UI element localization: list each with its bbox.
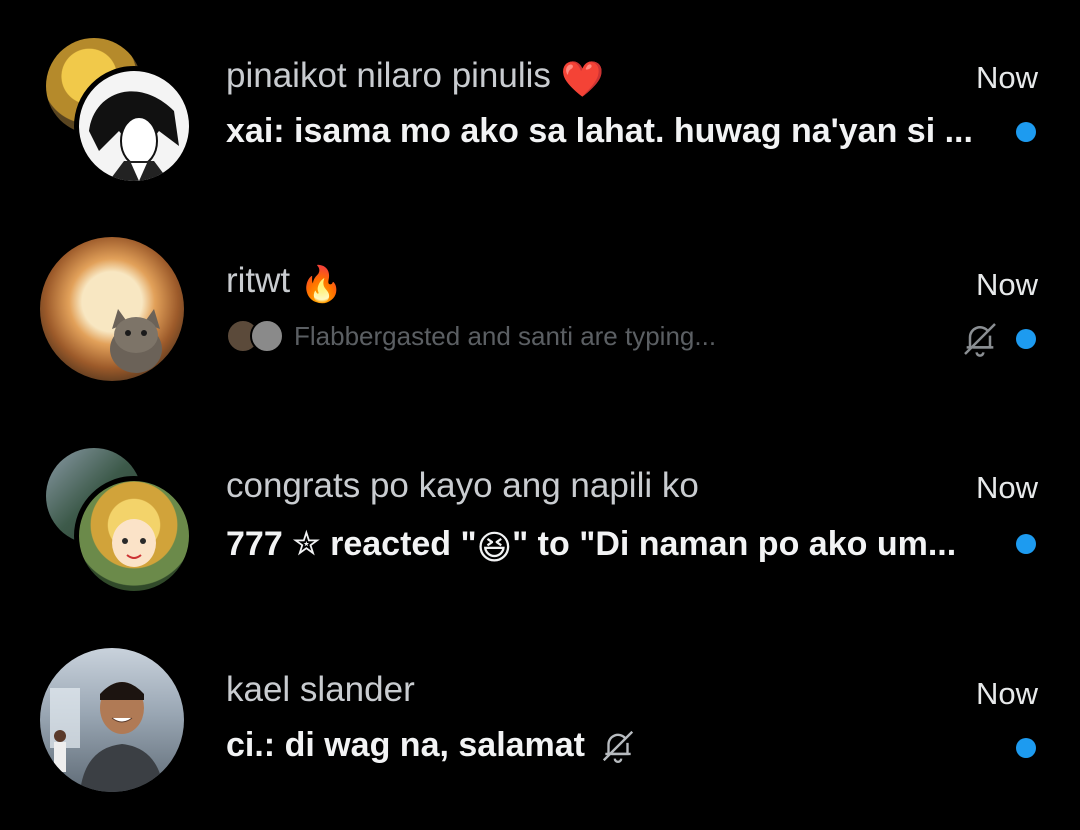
conversation-title: kael slander [226, 670, 415, 709]
heart-emoji: ❤️ [560, 60, 605, 99]
conversation-title: pinaikot nilaro pinulis ❤️ [226, 56, 605, 99]
avatar-wrap [40, 237, 190, 387]
typing-avatars [226, 319, 284, 353]
avatar-wrap [40, 648, 190, 798]
group-avatar [40, 448, 194, 598]
timestamp: Now [975, 60, 1038, 95]
message-preview: 777 ✮ reacted "😆" to "Di naman po ako um… [226, 525, 957, 567]
typing-indicator: Flabbergasted and santi are typing... [226, 319, 716, 353]
typing-text: Flabbergasted and santi are typing... [294, 320, 717, 351]
conversation-row[interactable]: ritwt 🔥 Now Flabbergasted and santi are … [0, 225, 1080, 425]
group-avatar [40, 38, 194, 188]
timestamp: Now [975, 470, 1038, 505]
conversation-row[interactable]: congrats po kayo ang napili ko Now 777 ✮… [0, 430, 1080, 630]
avatar [250, 319, 284, 353]
timestamp: Now [975, 267, 1038, 302]
avatar [40, 237, 184, 381]
unread-dot [1016, 534, 1036, 554]
conversation-title: congrats po kayo ang napili ko [226, 466, 699, 505]
avatar [74, 66, 194, 186]
avatar [40, 648, 184, 792]
bell-off-icon [964, 323, 996, 357]
timestamp: Now [975, 676, 1038, 711]
fire-emoji: 🔥 [299, 265, 344, 304]
avatar [74, 476, 194, 596]
unread-dot [1016, 738, 1036, 758]
conversation-title: ritwt 🔥 [226, 261, 344, 304]
unread-dot [1016, 329, 1036, 349]
conversation-row[interactable]: kael slander Now ci.: di wag na, salamat [0, 630, 1080, 830]
message-preview: xai: isama mo ako sa lahat. huwag na'yan… [226, 112, 973, 150]
unread-dot [1016, 122, 1036, 142]
conversation-row[interactable]: pinaikot nilaro pinulis ❤️ Now xai: isam… [0, 20, 1080, 220]
message-preview: ci.: di wag na, salamat [226, 726, 637, 765]
bell-off-icon [602, 730, 634, 763]
laughing-emoji: 😆 [476, 529, 513, 567]
